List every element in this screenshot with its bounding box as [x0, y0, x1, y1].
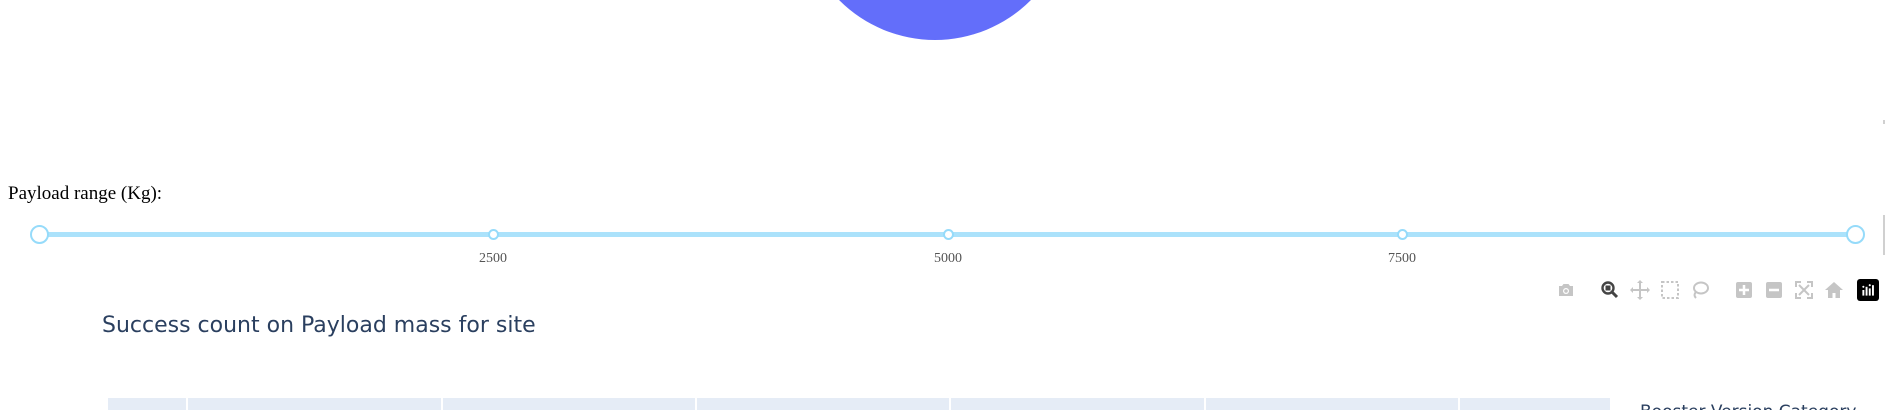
zoom-in-icon[interactable] [1732, 278, 1756, 302]
pie-chart [800, 0, 1070, 40]
slider-mark-dot [1397, 229, 1408, 240]
slider-mark-label: 5000 [934, 251, 962, 266]
pie-slice[interactable] [800, 0, 1070, 40]
modebar-group [1595, 278, 1715, 302]
box-select-icon[interactable] [1658, 278, 1682, 302]
slider-mark-dot [488, 229, 499, 240]
legend-title: Booster Version Category [1640, 402, 1856, 410]
slider-handle-max[interactable] [1846, 225, 1865, 244]
plot-modebar [1537, 278, 1885, 302]
grid-line [441, 398, 443, 410]
pan-icon[interactable] [1628, 278, 1652, 302]
home-icon[interactable] [1822, 278, 1846, 302]
slider-mark-dot [943, 229, 954, 240]
slider-mark-label: 2500 [479, 251, 507, 266]
zoom-icon[interactable] [1598, 278, 1622, 302]
zoom-out-icon[interactable] [1762, 278, 1786, 302]
slider-handle-min[interactable] [30, 225, 49, 244]
lasso-select-icon[interactable] [1688, 278, 1712, 302]
payload-range-label: Payload range (Kg): [8, 183, 163, 204]
modebar-group [1551, 278, 1581, 302]
graph-title: Success count on Payload mass for site [102, 313, 536, 338]
grid-line [186, 398, 188, 410]
grid-line [695, 398, 697, 410]
grid-line [1458, 398, 1460, 410]
pie-chart-svg [800, 0, 1070, 40]
payload-range-slider[interactable]: 2500 5000 7500 [0, 215, 1885, 275]
plotly-logo-icon[interactable] [1857, 279, 1879, 301]
autoscale-icon[interactable] [1792, 278, 1816, 302]
dashboard-page: Payload range (Kg): 2500 5000 7500 Succe… [0, 0, 1885, 410]
modebar-group [1729, 278, 1849, 302]
grid-line [1204, 398, 1206, 410]
grid-line [949, 398, 951, 410]
plot-area[interactable] [108, 398, 1610, 410]
camera-icon[interactable] [1554, 278, 1578, 302]
slider-mark-label: 7500 [1388, 251, 1416, 266]
